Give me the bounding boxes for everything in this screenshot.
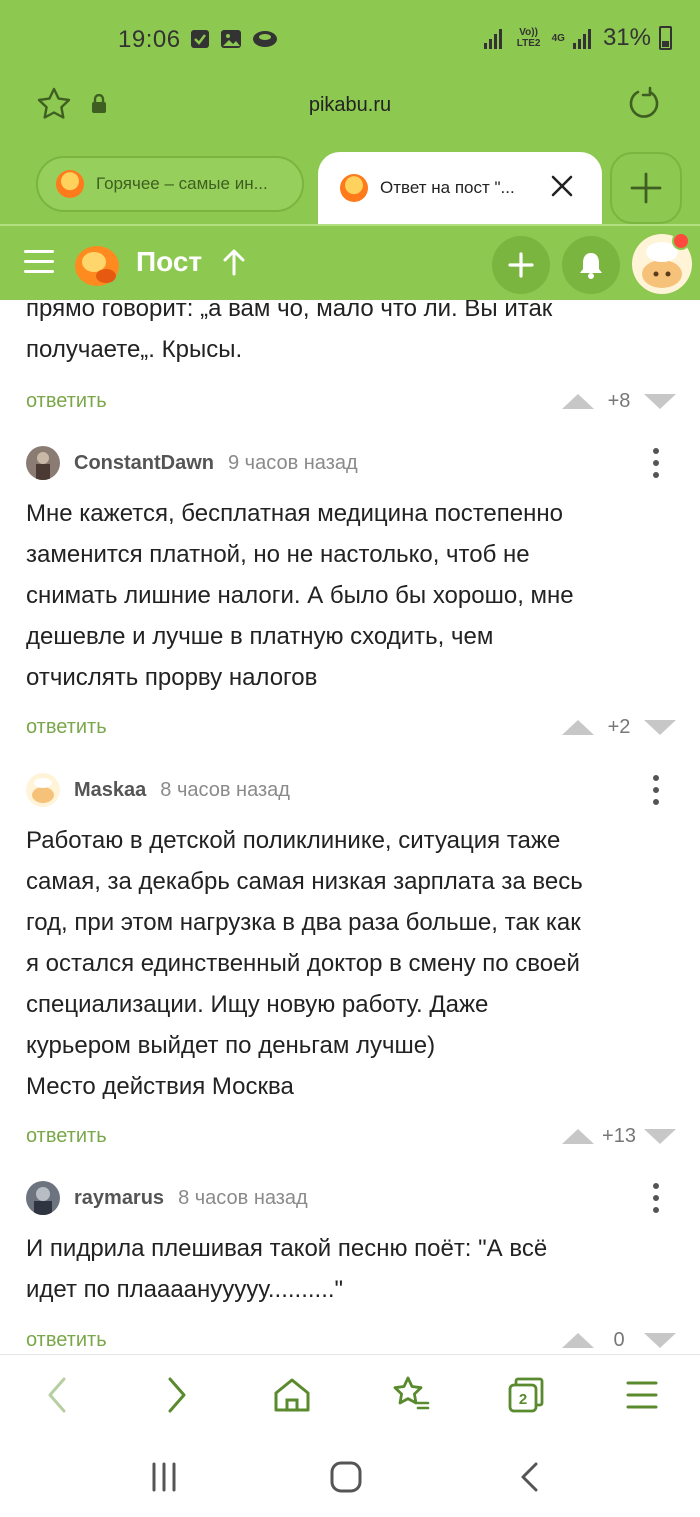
- more-options-icon[interactable]: [652, 1183, 660, 1213]
- comment-text: Работаю в детской поликлинике, ситуация …: [26, 827, 583, 1100]
- downvote-icon[interactable]: [644, 1333, 676, 1348]
- back-icon[interactable]: [36, 1373, 80, 1417]
- close-tab-icon[interactable]: [548, 172, 576, 200]
- comment-score: +13: [602, 1125, 636, 1147]
- comment-text: прямо говорит: „а вам чо, мало что ли. В…: [26, 300, 553, 363]
- tab-active[interactable]: Ответ на пост "...: [318, 152, 602, 224]
- system-back-icon[interactable]: [512, 1460, 548, 1494]
- comment-avatar[interactable]: [26, 446, 60, 480]
- more-options-icon[interactable]: [652, 448, 660, 478]
- vote-controls: 0: [562, 1329, 676, 1352]
- network-type-label: 4G: [551, 32, 565, 44]
- pikabu-favicon-icon: [340, 174, 368, 202]
- tab-title: Горячее – самые ин...: [96, 174, 268, 193]
- system-navigation-bar: [0, 1436, 700, 1517]
- comment-score: 0: [613, 1329, 625, 1351]
- arrow-up-icon[interactable]: [222, 248, 246, 276]
- upvote-icon[interactable]: [562, 1129, 594, 1144]
- reply-link[interactable]: ответить: [26, 390, 107, 413]
- home-icon[interactable]: [270, 1373, 314, 1417]
- address-bar: pikabu.ru: [0, 80, 700, 142]
- create-post-button[interactable]: [492, 236, 550, 294]
- home-button-icon[interactable]: [328, 1460, 364, 1494]
- avatar-cat-icon: [26, 773, 60, 807]
- upvote-icon[interactable]: [562, 1333, 594, 1348]
- pikabu-logo-icon[interactable]: [72, 240, 122, 288]
- avatar-image-icon: [26, 1181, 60, 1215]
- tab-inactive[interactable]: Горячее – самые ин...: [36, 156, 304, 212]
- comment-score: +8: [607, 390, 631, 412]
- tabs-row: Горячее – самые ин... Ответ на пост "...: [0, 142, 700, 224]
- gallery-notification-icon: [221, 30, 241, 48]
- comment-text: И пидрила плешивая такой песню поёт: "А …: [26, 1235, 548, 1303]
- comment-author[interactable]: Maskaa: [74, 779, 146, 802]
- comments-list: прямо говорит: „а вам чо, мало что ли. В…: [0, 300, 700, 1354]
- comment-score: +2: [607, 716, 631, 738]
- vote-controls: +2: [562, 716, 676, 739]
- upvote-icon[interactable]: [562, 720, 594, 735]
- url-text[interactable]: pikabu.ru: [0, 94, 700, 117]
- status-bar: 19:06 Vo)) LTE2 4G 31%: [0, 0, 700, 80]
- svg-text:2: 2: [519, 1391, 527, 1408]
- comment-header: ConstantDawn 9 часов назад: [26, 446, 358, 480]
- comment-avatar[interactable]: [26, 773, 60, 807]
- plus-icon: [630, 172, 662, 204]
- reply-link[interactable]: ответить: [26, 716, 107, 739]
- battery-icon: [659, 26, 672, 50]
- notifications-button[interactable]: [562, 236, 620, 294]
- status-system-icons: Vo)) LTE2 4G 31%: [483, 24, 672, 52]
- battery-percent: 31%: [602, 24, 651, 51]
- comment-avatar[interactable]: [26, 1181, 60, 1215]
- downvote-icon[interactable]: [644, 394, 676, 409]
- comment-time: 9 часов назад: [228, 451, 358, 474]
- new-tab-button[interactable]: [610, 152, 682, 224]
- recent-apps-icon[interactable]: [146, 1460, 182, 1494]
- comment-header: raymarus 8 часов назад: [26, 1181, 308, 1215]
- comment-header: Maskaa 8 часов назад: [26, 773, 290, 807]
- plus-icon: [508, 252, 534, 278]
- avatar-image-icon: [26, 446, 60, 480]
- site-header: Пост: [0, 224, 700, 300]
- vote-controls: +8: [562, 390, 676, 413]
- comment-author[interactable]: ConstantDawn: [74, 452, 214, 475]
- reply-link[interactable]: ответить: [26, 1125, 107, 1148]
- status-notification-icons: [190, 28, 278, 50]
- downvote-icon[interactable]: [644, 720, 676, 735]
- page-title: Пост: [136, 246, 203, 277]
- comment-time: 8 часов назад: [178, 1186, 308, 1209]
- volte-label: Vo)) LTE2: [516, 27, 541, 49]
- hamburger-menu-icon[interactable]: [24, 250, 54, 276]
- status-time: 19:06: [118, 26, 181, 53]
- downvote-icon[interactable]: [644, 1129, 676, 1144]
- comment-time: 8 часов назад: [160, 778, 290, 801]
- notification-badge: [672, 232, 690, 250]
- tabs-icon[interactable]: 2: [504, 1373, 548, 1417]
- reply-link[interactable]: ответить: [26, 1329, 107, 1352]
- more-options-icon[interactable]: [652, 775, 660, 805]
- vote-controls: +13: [562, 1125, 676, 1148]
- comment-text: Мне кажется, бесплатная медицина постепе…: [26, 500, 574, 691]
- signal-icon: [483, 27, 506, 49]
- tab-title: Ответ на пост "...: [380, 178, 515, 197]
- comment-author[interactable]: raymarus: [74, 1187, 164, 1210]
- bell-icon: [580, 253, 602, 279]
- reload-icon[interactable]: [626, 86, 662, 122]
- browser-toolbar: 2: [0, 1354, 700, 1436]
- screen: 19:06 Vo)) LTE2 4G 31% pikabu.ru Горячее…: [0, 0, 700, 1517]
- pikabu-favicon-icon: [56, 170, 84, 198]
- upvote-icon[interactable]: [562, 394, 594, 409]
- checkbox-notification-icon: [191, 30, 209, 48]
- bookmarks-icon[interactable]: [388, 1373, 432, 1417]
- signal-icon-2: [572, 27, 595, 49]
- browser-menu-icon[interactable]: [620, 1373, 664, 1417]
- forward-icon[interactable]: [154, 1373, 198, 1417]
- app-notification-icon: [253, 31, 277, 47]
